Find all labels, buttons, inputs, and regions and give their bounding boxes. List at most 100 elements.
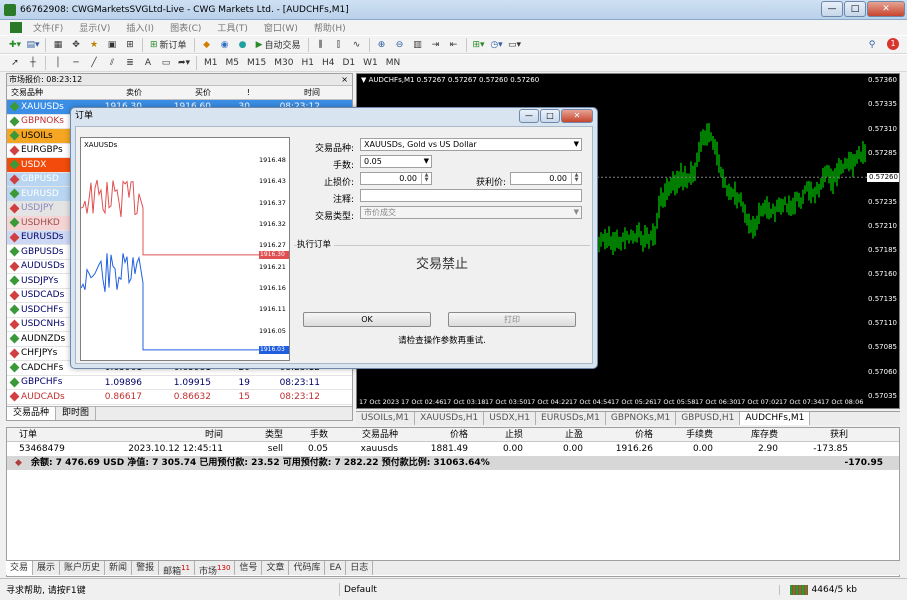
timeframe-d1[interactable]: D1: [340, 56, 357, 70]
channel-icon[interactable]: ⫽: [105, 56, 119, 70]
timeframe-m30[interactable]: M30: [272, 56, 295, 70]
terminal-col-header[interactable]: 订单: [7, 428, 77, 441]
market-watch-row[interactable]: AUDCADs 0.86617 0.86632 15 08:23:12: [7, 390, 352, 405]
chart-tab[interactable]: GBPNOKs,M1: [606, 412, 677, 425]
timeframe-mn[interactable]: MN: [384, 56, 403, 70]
take-profit-input[interactable]: 0.00 ▲ ▼: [510, 172, 582, 185]
search-icon[interactable]: ⚲: [865, 38, 879, 52]
menu-help[interactable]: 帮助(H): [306, 21, 354, 34]
bar-chart-icon[interactable]: ⫼: [314, 38, 328, 52]
order-type-select[interactable]: 市价成交 ▼: [360, 206, 582, 219]
terminal-col-header[interactable]: 止损: [472, 428, 527, 441]
metaeditor-icon[interactable]: ◆: [200, 38, 214, 52]
comment-input[interactable]: [360, 189, 582, 202]
templates-icon[interactable]: ▭▾: [508, 38, 522, 52]
timeframe-m1[interactable]: M1: [202, 56, 220, 70]
close-button[interactable]: ✕: [867, 1, 905, 17]
symbol-select[interactable]: XAUUSDs, Gold vs US Dollar ▼: [360, 138, 582, 151]
menu-tools[interactable]: 工具(T): [209, 21, 256, 34]
chart-tab[interactable]: EURUSDs,M1: [536, 412, 606, 425]
terminal-tab[interactable]: EA: [325, 561, 347, 575]
cursor-icon[interactable]: ➚: [8, 56, 22, 70]
col-ask[interactable]: 买价: [145, 86, 214, 99]
timeframe-m15[interactable]: M15: [245, 56, 268, 70]
notification-badge[interactable]: 1: [887, 38, 899, 50]
horizontal-line-icon[interactable]: ─: [69, 56, 83, 70]
strategy-tester-icon[interactable]: ⊞: [123, 38, 137, 52]
col-symbol[interactable]: 交易品种: [7, 86, 76, 99]
terminal-tab[interactable]: 交易: [6, 561, 34, 575]
timeframe-h4[interactable]: H4: [320, 56, 337, 70]
terminal-tab[interactable]: 代码库: [289, 561, 326, 575]
menu-charts[interactable]: 图表(C): [162, 21, 209, 34]
terminal-tab[interactable]: 市场130: [195, 561, 236, 577]
minimize-button[interactable]: —: [821, 1, 843, 17]
volume-combo[interactable]: 0.05 ▼: [360, 155, 432, 168]
label-icon[interactable]: ▭: [159, 56, 173, 70]
terminal-col-header[interactable]: 手续费: [657, 428, 717, 441]
zoom-in-icon[interactable]: ⊕: [375, 38, 389, 52]
zoom-out-icon[interactable]: ⊖: [393, 38, 407, 52]
terminal-col-header[interactable]: 止盈: [527, 428, 587, 441]
terminal-col-header[interactable]: 价格: [587, 428, 657, 441]
print-button[interactable]: 打印: [448, 312, 576, 327]
col-bid[interactable]: 卖价: [76, 86, 145, 99]
new-order-button[interactable]: ⊞ 新订单: [148, 38, 189, 52]
terminal-tab[interactable]: 新闻: [105, 561, 133, 575]
crosshair-icon[interactable]: ┼: [26, 56, 40, 70]
market-watch-row[interactable]: GBPCHFs 1.09896 1.09915 19 08:23:11: [7, 375, 352, 390]
tab-tick-chart[interactable]: 即时图: [56, 407, 97, 420]
tile-windows-icon[interactable]: ▥: [411, 38, 425, 52]
order-row[interactable]: 53468479 2023.10.12 12:45:11 sell 0.05 xauus…: [7, 442, 899, 456]
stop-loss-input[interactable]: 0.00 ▲ ▼: [360, 172, 432, 185]
terminal-col-header[interactable]: 库存费: [717, 428, 782, 441]
market-watch-icon[interactable]: ▦: [51, 38, 65, 52]
fibonacci-icon[interactable]: ≣: [123, 56, 137, 70]
col-time[interactable]: 时间: [254, 86, 324, 99]
close-icon[interactable]: ×: [341, 74, 348, 86]
terminal-tab[interactable]: 警报: [132, 561, 160, 575]
timeframe-h1[interactable]: H1: [299, 56, 316, 70]
dialog-close-button[interactable]: ✕: [561, 109, 593, 123]
chart-tab[interactable]: XAUUSDs,H1: [415, 412, 485, 425]
profiles-icon[interactable]: ▤▾: [26, 38, 40, 52]
chart-shift-icon[interactable]: ⇤: [447, 38, 461, 52]
terminal-col-header[interactable]: 类型: [227, 428, 287, 441]
system-menu-icon[interactable]: [10, 22, 22, 33]
menu-file[interactable]: 文件(F): [25, 21, 71, 34]
autoscroll-icon[interactable]: ⇥: [429, 38, 443, 52]
terminal-tab[interactable]: 账户历史: [60, 561, 106, 575]
signals-icon[interactable]: ◉: [218, 38, 232, 52]
col-spread[interactable]: !: [214, 86, 254, 99]
chart-tab[interactable]: GBPUSD,H1: [676, 412, 741, 425]
market-icon[interactable]: ●: [236, 38, 250, 52]
chart-tab[interactable]: USDX,H1: [484, 412, 537, 425]
vertical-line-icon[interactable]: │: [51, 56, 65, 70]
text-icon[interactable]: A: [141, 56, 155, 70]
terminal-tab[interactable]: 文章: [262, 561, 290, 575]
terminal-tab[interactable]: 展示: [33, 561, 61, 575]
terminal-tab[interactable]: 信号: [235, 561, 263, 575]
dialog-minimize-button[interactable]: —: [519, 109, 539, 123]
terminal-icon[interactable]: ▣: [105, 38, 119, 52]
timeframe-m5[interactable]: M5: [224, 56, 242, 70]
tab-symbols[interactable]: 交易品种: [7, 407, 57, 420]
menu-window[interactable]: 窗口(W): [256, 21, 306, 34]
terminal-tab[interactable]: 邮箱11: [159, 561, 196, 577]
data-window-icon[interactable]: ✥: [69, 38, 83, 52]
maximize-button[interactable]: □: [844, 1, 866, 17]
terminal-col-header[interactable]: 手数: [287, 428, 332, 441]
terminal-col-header[interactable]: 获利: [782, 428, 852, 441]
terminal-tab[interactable]: 日志: [346, 561, 374, 575]
arrows-icon[interactable]: ➦▾: [177, 56, 191, 70]
autotrading-button[interactable]: ▶ 自动交易: [254, 38, 303, 52]
new-chart-icon[interactable]: ✚▾: [8, 38, 22, 52]
terminal-col-header[interactable]: 价格: [402, 428, 472, 441]
chart-tab[interactable]: USOILs,M1: [356, 412, 416, 425]
chart-tab[interactable]: AUDCHFs,M1: [740, 412, 811, 425]
terminal-col-header[interactable]: 交易品种: [332, 428, 402, 441]
menu-insert[interactable]: 插入(I): [118, 21, 162, 34]
menu-view[interactable]: 显示(V): [71, 21, 118, 34]
ok-button[interactable]: OK: [303, 312, 431, 327]
terminal-col-header[interactable]: 时间: [77, 428, 227, 441]
